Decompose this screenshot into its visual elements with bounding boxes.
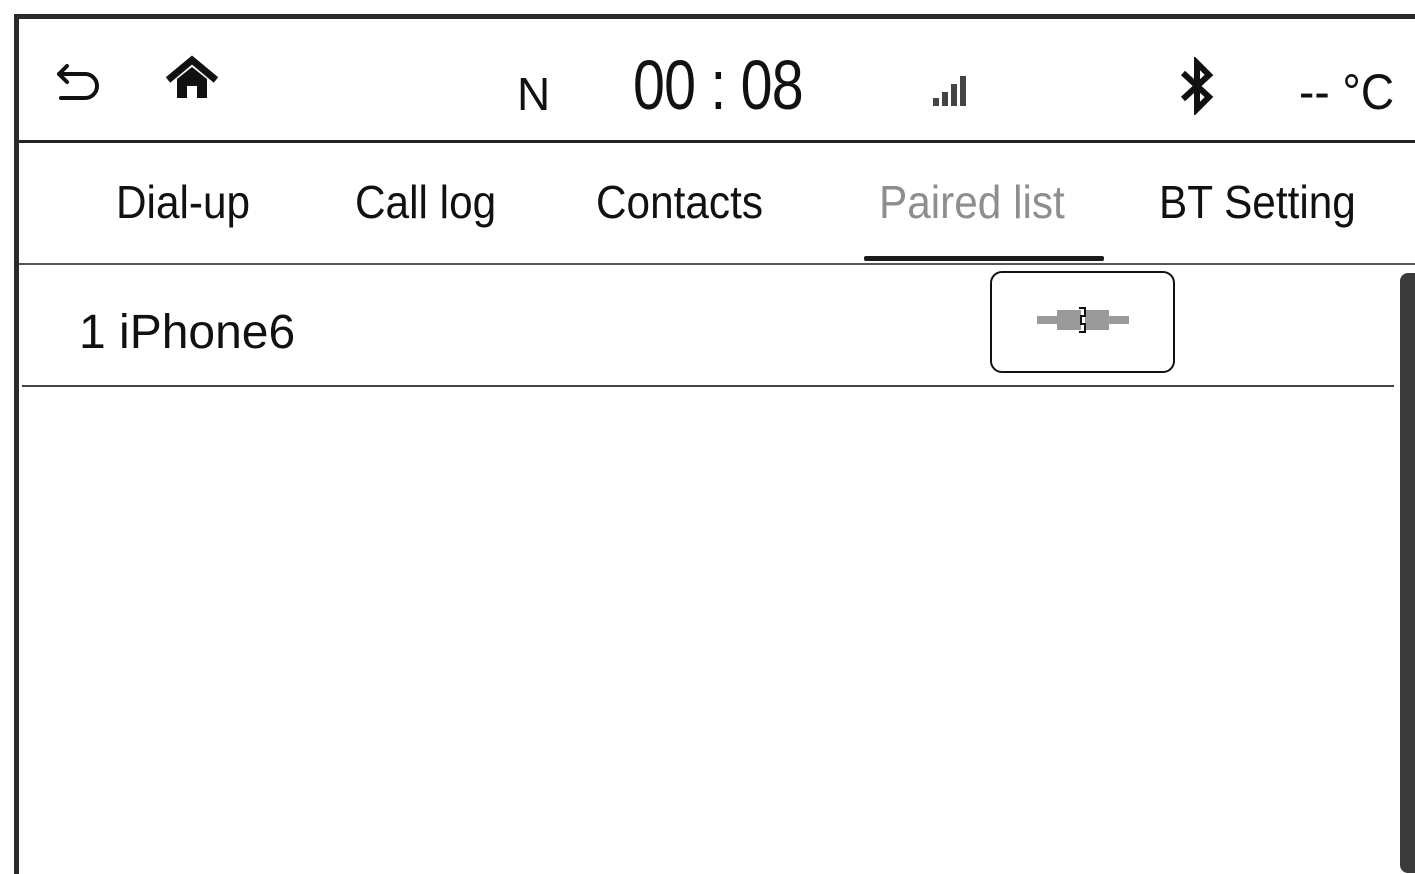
active-tab-indicator bbox=[864, 256, 1104, 261]
tab-dial-up[interactable]: Dial-up bbox=[116, 175, 250, 229]
list-item[interactable]: 1 iPhone6 bbox=[22, 265, 1394, 387]
signal-strength-icon bbox=[931, 74, 971, 108]
back-arrow-icon[interactable] bbox=[51, 52, 107, 108]
tab-paired-list[interactable]: Paired list bbox=[879, 175, 1065, 229]
tab-bt-setting[interactable]: BT Setting bbox=[1159, 175, 1356, 229]
tab-bar: Dial-up Call log Contacts Paired list BT… bbox=[19, 143, 1415, 265]
bluetooth-icon bbox=[1177, 57, 1217, 115]
connect-plug-icon bbox=[1033, 300, 1133, 345]
tab-contacts[interactable]: Contacts bbox=[596, 175, 763, 229]
temperature-readout: -- °C bbox=[1299, 64, 1395, 120]
tab-call-log[interactable]: Call log bbox=[355, 175, 496, 229]
scrollbar[interactable] bbox=[1400, 273, 1415, 873]
device-name: 1 iPhone6 bbox=[79, 306, 296, 359]
gear-indicator: N bbox=[517, 68, 551, 120]
paired-device-list: 1 iPhone6 bbox=[19, 265, 1415, 873]
connect-button[interactable] bbox=[990, 271, 1175, 373]
clock-time: 00 : 08 bbox=[633, 46, 804, 124]
status-bar: N 00 : 08 -- °C bbox=[19, 19, 1415, 143]
home-icon[interactable] bbox=[164, 54, 220, 106]
